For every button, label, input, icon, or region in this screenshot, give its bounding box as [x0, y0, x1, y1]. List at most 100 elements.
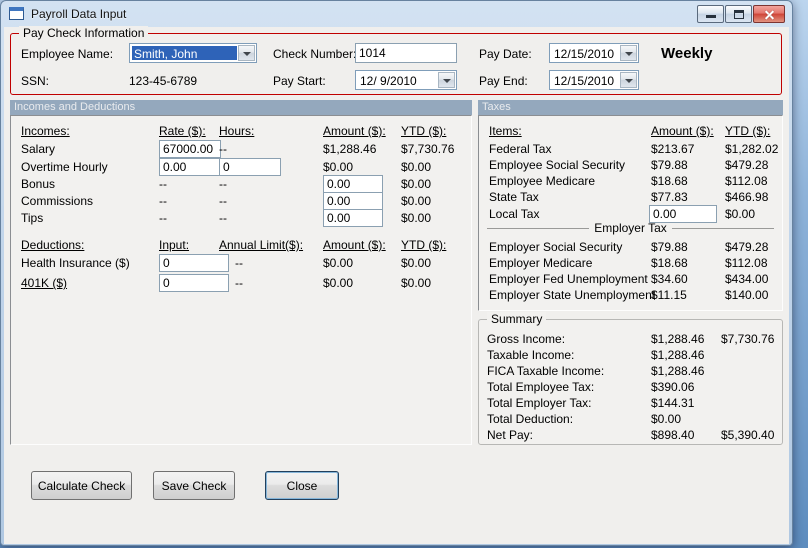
total-employee-tax-amount: $390.06 — [651, 380, 695, 394]
health-insurance-ytd: $0.00 — [401, 256, 432, 270]
bonus-amount-input[interactable] — [323, 175, 383, 193]
save-check-button[interactable]: Save Check — [153, 471, 235, 500]
total-deduction-label: Total Deduction: — [487, 412, 574, 426]
minimize-button[interactable] — [697, 5, 724, 23]
ssn-value: 123-45-6789 — [129, 74, 198, 88]
salary-ytd: $7,730.76 — [401, 142, 455, 156]
health-insurance-label: Health Insurance ($) — [21, 256, 130, 270]
bonus-rate: -- — [159, 177, 167, 191]
pay-start-picker[interactable]: 12/ 9/2010 — [355, 70, 457, 90]
col-items: Items: — [489, 124, 522, 138]
gross-income-label: Gross Income: — [487, 332, 566, 346]
chevron-down-icon — [625, 52, 633, 56]
overtime-rate-input[interactable] — [159, 158, 221, 176]
pay-date-value: 12/15/2010 — [554, 47, 615, 61]
fica-taxable-amount: $1,288.46 — [651, 364, 705, 378]
employer-tax-divider: Employer Tax — [487, 221, 775, 235]
salary-label: Salary — [21, 142, 56, 156]
federal-tax-amount: $213.67 — [651, 142, 695, 156]
deduction-row-health: Health Insurance ($) -- $0.00 $0.00 — [11, 254, 471, 274]
tips-ytd: $0.00 — [401, 211, 432, 225]
employer-tax-header: Employer Tax — [594, 221, 667, 235]
payroll-window: Payroll Data Input Pay Check Information… — [0, 0, 793, 546]
summary-row-net-pay: Net Pay: $898.40 $5,390.40 — [479, 428, 782, 446]
pay-date-picker[interactable]: 12/15/2010 — [549, 43, 639, 63]
col-annual-limit: Annual Limit($): — [219, 238, 304, 252]
pay-date-dropdown-button[interactable] — [620, 45, 637, 61]
titlebar[interactable]: Payroll Data Input — [1, 1, 792, 27]
employer-fed-unemployment-ytd: $434.00 — [725, 272, 769, 286]
salary-amount: $1,288.46 — [323, 142, 377, 156]
deductions-column-headers: Deductions: Input: Annual Limit($): Amou… — [11, 238, 471, 256]
col-tax-amount: Amount ($): — [651, 124, 714, 138]
maximize-icon — [734, 10, 744, 19]
close-button[interactable]: Close — [265, 471, 339, 500]
paycheck-group-title: Pay Check Information — [19, 26, 149, 40]
dialog-body: Pay Check Information Employee Name: Smi… — [4, 26, 789, 544]
k401-link[interactable]: 401K ($) — [21, 276, 67, 290]
col-deduction-amount: Amount ($): — [323, 238, 386, 252]
tips-label: Tips — [21, 211, 44, 225]
employer-medicare-amount: $18.68 — [651, 256, 688, 270]
employer-fed-unemployment-label: Employer Fed Unemployment — [489, 272, 648, 286]
col-tax-ytd: YTD ($): — [725, 124, 771, 138]
employee-name-combobox[interactable]: Smith, John — [129, 43, 257, 63]
desktop: { "window": { "title": "Payroll Data Inp… — [0, 0, 808, 548]
bonus-hours: -- — [219, 177, 227, 191]
close-window-button[interactable] — [753, 5, 785, 23]
pay-end-picker[interactable]: 12/15/2010 — [549, 70, 639, 90]
income-row-bonus: Bonus -- -- $0.00 — [11, 175, 471, 195]
pay-end-dropdown-button[interactable] — [620, 72, 637, 88]
paycheck-info-group: Pay Check Information Employee Name: Smi… — [10, 26, 782, 95]
check-number-input[interactable] — [355, 43, 457, 63]
bonus-label: Bonus — [21, 177, 56, 191]
calculate-check-button[interactable]: Calculate Check — [31, 471, 132, 500]
employee-medicare-label: Employee Medicare — [489, 174, 596, 188]
commissions-hours: -- — [219, 194, 227, 208]
commissions-rate: -- — [159, 194, 167, 208]
divider-line — [487, 228, 590, 235]
summary-group-title: Summary — [487, 312, 547, 326]
employee-ss-ytd: $479.28 — [725, 158, 769, 172]
k401-ytd: $0.00 — [401, 276, 432, 290]
overtime-hours-input[interactable] — [219, 158, 281, 176]
pay-start-value: 12/ 9/2010 — [360, 74, 417, 88]
tax-row-state: State Tax $77.83 $466.98 — [479, 190, 782, 208]
bonus-ytd: $0.00 — [401, 177, 432, 191]
employee-name-dropdown-button[interactable] — [238, 45, 255, 61]
commissions-ytd: $0.00 — [401, 194, 432, 208]
k401-input[interactable] — [159, 274, 229, 292]
taxable-income-label: Taxable Income: — [487, 348, 575, 362]
federal-tax-label: Federal Tax — [489, 142, 552, 156]
salary-rate-input[interactable] — [159, 140, 221, 158]
chevron-down-icon — [443, 79, 451, 83]
summary-group: Summary Gross Income: $1,288.46 $7,730.7… — [478, 312, 783, 446]
fica-taxable-label: FICA Taxable Income: — [487, 364, 605, 378]
chevron-down-icon — [243, 52, 251, 56]
col-input: Input: — [159, 238, 190, 252]
employer-ss-amount: $79.88 — [651, 240, 688, 254]
chevron-down-icon — [625, 79, 633, 83]
employee-name-label: Employee Name: — [21, 47, 114, 61]
tips-amount-input[interactable] — [323, 209, 383, 227]
total-employee-tax-label: Total Employee Tax: — [487, 380, 595, 394]
income-row-tips: Tips -- -- $0.00 — [11, 209, 471, 229]
tax-row-employer-state-unemployment: Employer State Unemployment $11.15 $140.… — [479, 288, 782, 306]
minimize-icon — [706, 15, 716, 18]
pay-date-label: Pay Date: — [479, 47, 532, 61]
taxable-income-amount: $1,288.46 — [651, 348, 705, 362]
state-tax-ytd: $466.98 — [725, 190, 769, 204]
employee-medicare-ytd: $112.08 — [725, 174, 768, 188]
col-incomes: Incomes: — [21, 124, 70, 138]
local-tax-label: Local Tax — [489, 207, 540, 221]
commissions-amount-input[interactable] — [323, 192, 383, 210]
employee-ss-label: Employee Social Security — [489, 158, 626, 172]
pay-start-dropdown-button[interactable] — [438, 72, 455, 88]
tips-hours: -- — [219, 211, 227, 225]
col-ytd: YTD ($): — [401, 124, 447, 138]
taxes-section-header: Taxes — [478, 100, 783, 115]
health-insurance-input[interactable] — [159, 254, 229, 272]
incomes-panel: Incomes: Rate ($): Hours: Amount ($): YT… — [10, 115, 472, 445]
maximize-button[interactable] — [725, 5, 752, 23]
pay-frequency-label: Weekly — [661, 45, 713, 62]
